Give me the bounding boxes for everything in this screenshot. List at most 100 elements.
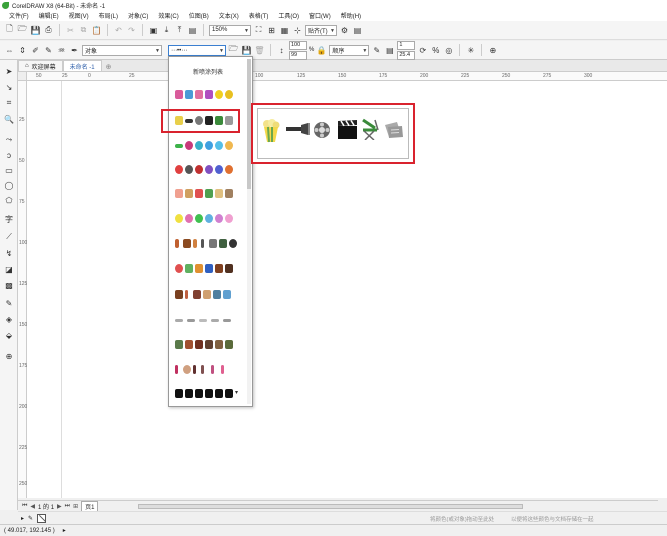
ruler-origin[interactable] bbox=[18, 72, 27, 81]
menu-effects[interactable]: 效果(C) bbox=[153, 11, 183, 20]
full-screen-icon[interactable]: ⛶ bbox=[253, 25, 264, 36]
spray-size-input[interactable]: 100 bbox=[289, 40, 307, 50]
menu-layout[interactable]: 布局(L) bbox=[94, 11, 123, 20]
status-arrow-icon[interactable]: ▸ bbox=[63, 527, 66, 534]
sprayer-icon[interactable]: ♒ bbox=[56, 45, 67, 56]
calligraphic-icon[interactable]: ✒ bbox=[69, 45, 80, 56]
category-combo[interactable]: 对象 ▼ bbox=[82, 44, 162, 56]
menu-object[interactable]: 对象(C) bbox=[123, 11, 153, 20]
print-icon[interactable]: ⎙ bbox=[43, 25, 54, 36]
menu-edit[interactable]: 编辑(E) bbox=[34, 11, 64, 20]
offset-icon[interactable]: % bbox=[430, 45, 441, 56]
paste-icon[interactable]: 📋 bbox=[91, 25, 102, 36]
drop-shadow-tool-icon[interactable]: ◪ bbox=[3, 263, 15, 275]
eyedropper-tool-icon[interactable]: ✎ bbox=[3, 297, 15, 309]
no-color-swatch[interactable] bbox=[37, 513, 47, 523]
menu-table[interactable]: 表格(T) bbox=[244, 11, 274, 20]
rotation-icon[interactable]: ⟳ bbox=[417, 45, 428, 56]
transparency-tool-icon[interactable]: ▩ bbox=[3, 279, 15, 291]
brush-icon[interactable]: ✎ bbox=[43, 45, 54, 56]
reset-icon[interactable]: ◎ bbox=[443, 45, 454, 56]
spray-pattern-combo[interactable]: ⋯••⋯ ▼ bbox=[168, 44, 226, 56]
menu-text[interactable]: 文本(X) bbox=[214, 11, 244, 20]
ellipse-tool-icon[interactable]: ◯ bbox=[3, 179, 15, 191]
spray-item-stationery[interactable] bbox=[173, 288, 247, 302]
spray-item-makeup[interactable] bbox=[173, 363, 247, 377]
vertical-ruler[interactable]: 25 50 75 100 125 150 175 200 225 250 bbox=[18, 81, 27, 498]
spray-item-buildings[interactable] bbox=[173, 88, 247, 102]
spray-item-balls[interactable] bbox=[173, 163, 247, 177]
freeze-icon[interactable]: ✳ bbox=[465, 45, 476, 56]
freehand-tool-icon[interactable]: ⤳ bbox=[3, 134, 15, 146]
spray-item-flowers[interactable] bbox=[173, 212, 247, 226]
menu-view[interactable]: 视图(V) bbox=[64, 11, 94, 20]
rectangle-tool-icon[interactable]: ▭ bbox=[3, 164, 15, 176]
interactive-fill-tool-icon[interactable]: ◈ bbox=[3, 313, 15, 325]
save-icon[interactable]: 💾 bbox=[30, 25, 41, 36]
export-icon[interactable]: ⤒ bbox=[174, 25, 185, 36]
save-artistic-icon[interactable]: 💾 bbox=[241, 45, 252, 56]
tab-welcome[interactable]: ⌂ 欢迎屏幕 bbox=[18, 60, 63, 71]
horizontal-scrollbar[interactable] bbox=[138, 504, 523, 509]
add-tool-icon[interactable]: ⊕ bbox=[3, 350, 15, 362]
menu-tools[interactable]: 工具(O) bbox=[273, 11, 304, 20]
spraylist-options-icon[interactable]: ▤ bbox=[384, 45, 395, 56]
rulers-icon[interactable]: ⊞ bbox=[266, 25, 277, 36]
mirror-vertical-icon[interactable]: ⇕ bbox=[17, 45, 28, 56]
page-tab[interactable]: 页1 bbox=[81, 500, 99, 512]
copy-icon[interactable]: ⧉ bbox=[78, 25, 89, 36]
crop-tool-icon[interactable]: ⌗ bbox=[3, 97, 15, 109]
spray-order-combo[interactable]: 顺序 ▼ bbox=[329, 44, 370, 56]
browse-folder-icon[interactable]: 🗁 bbox=[228, 44, 239, 56]
shape-tool-icon[interactable]: ↘ bbox=[3, 81, 15, 93]
menu-bitmaps[interactable]: 位图(B) bbox=[184, 11, 214, 20]
undo-icon[interactable]: ↶ bbox=[113, 25, 124, 36]
polygon-tool-icon[interactable]: ⬠ bbox=[3, 194, 15, 206]
spray-item-food[interactable] bbox=[173, 187, 247, 201]
open-icon[interactable]: 🗁 bbox=[17, 24, 28, 36]
cut-icon[interactable]: ✂ bbox=[65, 25, 76, 36]
spray-size-icon[interactable]: ↕ bbox=[276, 45, 287, 56]
search-content-icon[interactable]: ▣ bbox=[148, 25, 159, 36]
text-tool-icon[interactable]: 字 bbox=[3, 213, 15, 225]
application-launcher-icon[interactable]: ▤ bbox=[352, 25, 363, 36]
new-tab-icon[interactable]: ⊕ bbox=[106, 63, 112, 71]
guidelines-icon[interactable]: ⊹ bbox=[292, 25, 303, 36]
add-icon[interactable]: ⊕ bbox=[487, 45, 498, 56]
snap-to-combo[interactable]: 贴齐(T) ▼ bbox=[305, 24, 337, 36]
smart-fill-tool-icon[interactable]: ⬙ bbox=[3, 329, 15, 341]
horizontal-ruler[interactable]: 50 25 0 25 50 100 125 150 175 200 225 25… bbox=[27, 72, 667, 81]
spray-item-houses[interactable] bbox=[173, 338, 247, 352]
add-to-spraylist-icon[interactable]: ✎ bbox=[371, 45, 382, 56]
import-icon[interactable]: ⤓ bbox=[161, 25, 172, 36]
spacing-input[interactable]: 25.4 bbox=[397, 50, 416, 60]
grid-icon[interactable]: ▦ bbox=[279, 25, 290, 36]
first-page-icon[interactable]: ⏮ bbox=[22, 503, 27, 510]
palette-arrow-icon[interactable]: ▸ bbox=[21, 515, 24, 522]
connector-tool-icon[interactable]: ↯ bbox=[3, 247, 15, 259]
add-page-icon[interactable]: ⊞ bbox=[73, 503, 78, 510]
artistic-media-tool-icon[interactable]: ↄ bbox=[3, 149, 15, 161]
mirror-horizontal-icon[interactable]: ⇔ bbox=[4, 45, 15, 56]
redo-icon[interactable]: ↷ bbox=[126, 25, 137, 36]
new-document-icon[interactable]: 🗋 bbox=[4, 24, 15, 36]
menu-window[interactable]: 窗口(W) bbox=[304, 11, 336, 20]
next-page-icon[interactable]: ▶ bbox=[57, 503, 62, 510]
menu-file[interactable]: 文件(F) bbox=[4, 11, 34, 20]
delete-icon[interactable]: 🗑 bbox=[254, 45, 265, 56]
pick-tool-icon[interactable]: ➤ bbox=[3, 65, 15, 77]
spray-item-aircraft[interactable] bbox=[173, 313, 247, 327]
spraylist-dropdown[interactable]: 新喷涂列表 ▾ bbox=[161, 56, 253, 407]
preset-icon[interactable]: ✐ bbox=[30, 45, 41, 56]
zoom-level-combo[interactable]: 150% ▼ bbox=[209, 24, 251, 36]
lock-icon[interactable]: 🔒 bbox=[316, 45, 327, 56]
menu-help[interactable]: 帮助(H) bbox=[336, 11, 366, 20]
spray-item-tools[interactable] bbox=[173, 237, 247, 251]
dabs-input[interactable]: 1 bbox=[397, 40, 416, 50]
prev-page-icon[interactable]: ◀ bbox=[30, 503, 35, 510]
spray-item-clothes[interactable] bbox=[173, 262, 247, 276]
options-gear-icon[interactable]: ⚙ bbox=[339, 25, 350, 36]
spray-scale-input[interactable]: 99 bbox=[289, 50, 307, 60]
last-page-icon[interactable]: ⏭ bbox=[65, 503, 70, 510]
spray-item-row3[interactable] bbox=[173, 139, 247, 153]
